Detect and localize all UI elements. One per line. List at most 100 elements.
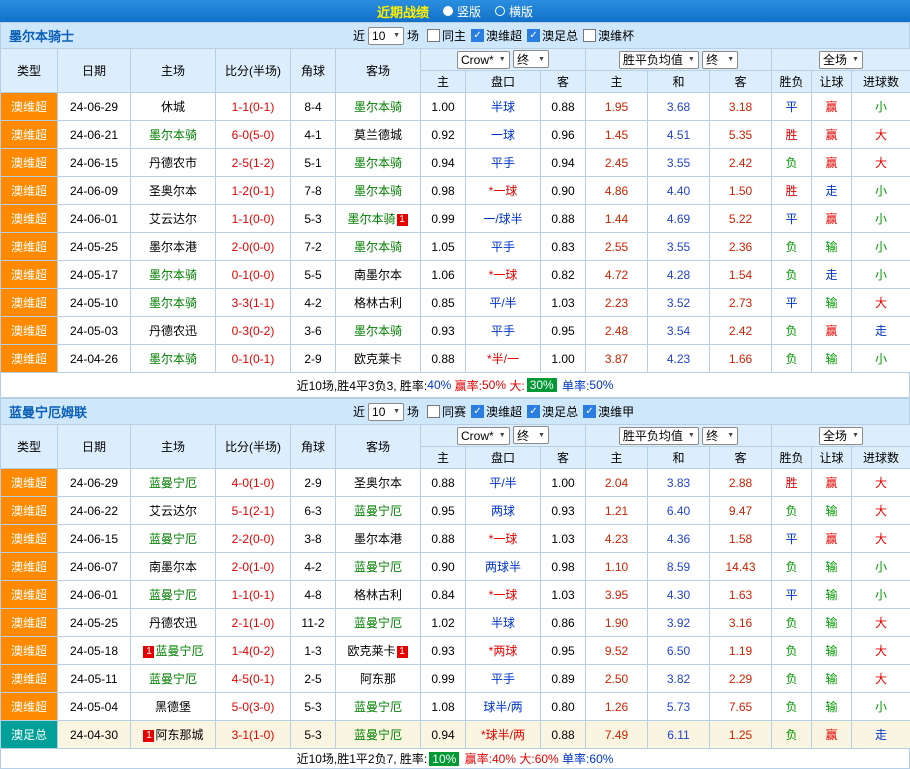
col-eu-home: 主 bbox=[586, 71, 648, 93]
home-team-name[interactable]: 墨尔本骑 bbox=[149, 268, 197, 282]
chevron-down-icon: ▼ bbox=[688, 432, 695, 439]
home-team-name[interactable]: 蓝曼宁厄 bbox=[149, 476, 197, 490]
away-team-name[interactable]: 莫兰德城 bbox=[354, 128, 402, 142]
league-type-cell: 澳维超 bbox=[1, 149, 58, 177]
home-team-name[interactable]: 阿东那城 bbox=[155, 728, 203, 742]
footer-stat: 赢率: bbox=[461, 750, 492, 767]
asia-home-odds-cell: 1.06 bbox=[421, 261, 466, 289]
match-row: 澳维超24-06-29休城1-1(0-1)8-4墨尔本骑1.00半球0.881.… bbox=[1, 93, 910, 121]
away-team-name[interactable]: 格林古利 bbox=[354, 296, 402, 310]
date-cell: 24-05-10 bbox=[58, 289, 131, 317]
league-type-cell: 澳维超 bbox=[1, 233, 58, 261]
away-team-name[interactable]: 蓝曼宁厄 bbox=[354, 504, 402, 518]
corner-cell: 2-5 bbox=[291, 665, 336, 693]
home-team-name[interactable]: 墨尔本骑 bbox=[149, 296, 197, 310]
filter-checkbox-1[interactable]: ✓澳维超 bbox=[471, 403, 522, 420]
score-cell: 0-1(0-0) bbox=[216, 261, 291, 289]
layout-radio-vertical[interactable]: 竖版 bbox=[443, 3, 481, 20]
handicap-result-cell: 走 bbox=[812, 261, 852, 289]
asia-away-odds-cell: 0.90 bbox=[541, 177, 586, 205]
home-team-name[interactable]: 丹德农迅 bbox=[149, 324, 197, 338]
asia-away-odds-cell: 0.80 bbox=[541, 693, 586, 721]
away-team-name[interactable]: 蓝曼宁厄 bbox=[354, 560, 402, 574]
away-team-name[interactable]: 墨尔本骑 bbox=[347, 212, 395, 226]
handicap-result-cell: 赢 bbox=[812, 469, 852, 497]
date-cell: 24-05-11 bbox=[58, 665, 131, 693]
away-team-name[interactable]: 格林古利 bbox=[354, 588, 402, 602]
bookmaker-select[interactable]: Crow*▼ bbox=[457, 51, 510, 69]
fulltime-select[interactable]: 全场▼ bbox=[819, 51, 863, 69]
final-europe-select[interactable]: 终▼ bbox=[702, 427, 738, 445]
away-team-name[interactable]: 蓝曼宁厄 bbox=[354, 700, 402, 714]
home-team-name[interactable]: 墨尔本骑 bbox=[149, 352, 197, 366]
home-team-name[interactable]: 艾云达尔 bbox=[149, 504, 197, 518]
home-team-name[interactable]: 蓝曼宁厄 bbox=[149, 588, 197, 602]
away-team-name[interactable]: 墨尔本骑 bbox=[354, 324, 402, 338]
league-filter-checkboxes: 同赛 ✓澳维超 ✓澳足总 ✓澳维甲 bbox=[422, 403, 634, 420]
home-team-name[interactable]: 墨尔本港 bbox=[149, 240, 197, 254]
filter-checkbox-1[interactable]: ✓澳维超 bbox=[471, 27, 522, 44]
match-count-select[interactable]: 10 ▼ bbox=[368, 403, 404, 421]
away-team-name[interactable]: 蓝曼宁厄 bbox=[354, 616, 402, 630]
final-asia-select[interactable]: 终▼ bbox=[513, 50, 549, 68]
final-europe-select[interactable]: 终▼ bbox=[702, 51, 738, 69]
away-team-name[interactable]: 欧克莱卡 bbox=[354, 352, 402, 366]
home-team-name[interactable]: 墨尔本骑 bbox=[149, 128, 197, 142]
europe-mean-select[interactable]: 胜平负均值▼ bbox=[619, 51, 699, 69]
home-team-name[interactable]: 艾云达尔 bbox=[149, 212, 197, 226]
goals-result-cell: 小 bbox=[852, 261, 910, 289]
home-team-name[interactable]: 黑德堡 bbox=[155, 700, 191, 714]
handicap-result-cell: 输 bbox=[812, 637, 852, 665]
fulltime-select[interactable]: 全场▼ bbox=[819, 427, 863, 445]
corner-cell: 5-5 bbox=[291, 261, 336, 289]
eu-away-odds-cell: 3.16 bbox=[710, 609, 772, 637]
away-team-name[interactable]: 圣奥尔本 bbox=[354, 476, 402, 490]
filter-checkbox-0[interactable]: 同主 bbox=[427, 27, 466, 44]
handicap-result-cell: 赢 bbox=[812, 525, 852, 553]
handicap-result-cell: 输 bbox=[812, 497, 852, 525]
away-team-name[interactable]: 蓝曼宁厄 bbox=[354, 728, 402, 742]
home-team-name[interactable]: 蓝曼宁厄 bbox=[149, 672, 197, 686]
match-count-select[interactable]: 10 ▼ bbox=[368, 27, 404, 45]
filter-checkbox-3[interactable]: 澳维杯 bbox=[583, 27, 634, 44]
away-team-cell: 蓝曼宁厄 bbox=[336, 609, 421, 637]
home-team-name[interactable]: 丹德农市 bbox=[149, 156, 197, 170]
filter-checkbox-3[interactable]: ✓澳维甲 bbox=[583, 403, 634, 420]
away-team-name[interactable]: 墨尔本骑 bbox=[354, 100, 402, 114]
filter-checkbox-0[interactable]: 同赛 bbox=[427, 403, 466, 420]
checkbox-label: 同主 bbox=[442, 27, 466, 44]
home-team-name[interactable]: 丹德农迅 bbox=[149, 616, 197, 630]
home-team-cell: 丹德农市 bbox=[131, 149, 216, 177]
col-home: 主场 bbox=[131, 49, 216, 93]
home-team-name[interactable]: 南墨尔本 bbox=[149, 560, 197, 574]
europe-mean-select[interactable]: 胜平负均值▼ bbox=[619, 427, 699, 445]
away-team-name[interactable]: 墨尔本骑 bbox=[354, 240, 402, 254]
asia-home-odds-cell: 1.05 bbox=[421, 233, 466, 261]
score-cell: 3-1(1-0) bbox=[216, 721, 291, 749]
handicap-result-cell: 走 bbox=[812, 177, 852, 205]
away-team-name[interactable]: 墨尔本港 bbox=[354, 532, 402, 546]
result-cell: 平 bbox=[772, 93, 812, 121]
col-eu-draw: 和 bbox=[648, 447, 710, 469]
match-row: 澳维超24-05-25丹德农迅2-1(1-0)11-2蓝曼宁厄1.02半球0.8… bbox=[1, 609, 910, 637]
filter-checkbox-2[interactable]: ✓澳足总 bbox=[527, 403, 578, 420]
bookmaker-select[interactable]: Crow*▼ bbox=[457, 427, 510, 445]
away-team-name[interactable]: 南墨尔本 bbox=[354, 268, 402, 282]
home-team-name[interactable]: 圣奥尔本 bbox=[149, 184, 197, 198]
home-team-name[interactable]: 蓝曼宁厄 bbox=[149, 532, 197, 546]
match-row: 澳维超24-05-181蓝曼宁厄1-4(0-2)1-3欧克莱卡10.93*两球0… bbox=[1, 637, 910, 665]
filter-checkbox-2[interactable]: ✓澳足总 bbox=[527, 27, 578, 44]
away-team-name[interactable]: 欧克莱卡 bbox=[347, 644, 395, 658]
away-team-name[interactable]: 墨尔本骑 bbox=[354, 156, 402, 170]
asia-home-odds-cell: 0.93 bbox=[421, 637, 466, 665]
final-asia-select[interactable]: 终▼ bbox=[513, 426, 549, 444]
away-team-name[interactable]: 墨尔本骑 bbox=[354, 184, 402, 198]
league-type-cell: 澳维超 bbox=[1, 261, 58, 289]
home-team-name[interactable]: 蓝曼宁厄 bbox=[155, 644, 203, 658]
away-team-name[interactable]: 阿东那 bbox=[360, 672, 396, 686]
home-team-cell: 蓝曼宁厄 bbox=[131, 581, 216, 609]
eu-away-odds-cell: 5.22 bbox=[710, 205, 772, 233]
eu-home-odds-cell: 2.04 bbox=[586, 469, 648, 497]
home-team-name[interactable]: 休城 bbox=[161, 100, 185, 114]
layout-radio-horizontal[interactable]: 横版 bbox=[495, 3, 533, 20]
